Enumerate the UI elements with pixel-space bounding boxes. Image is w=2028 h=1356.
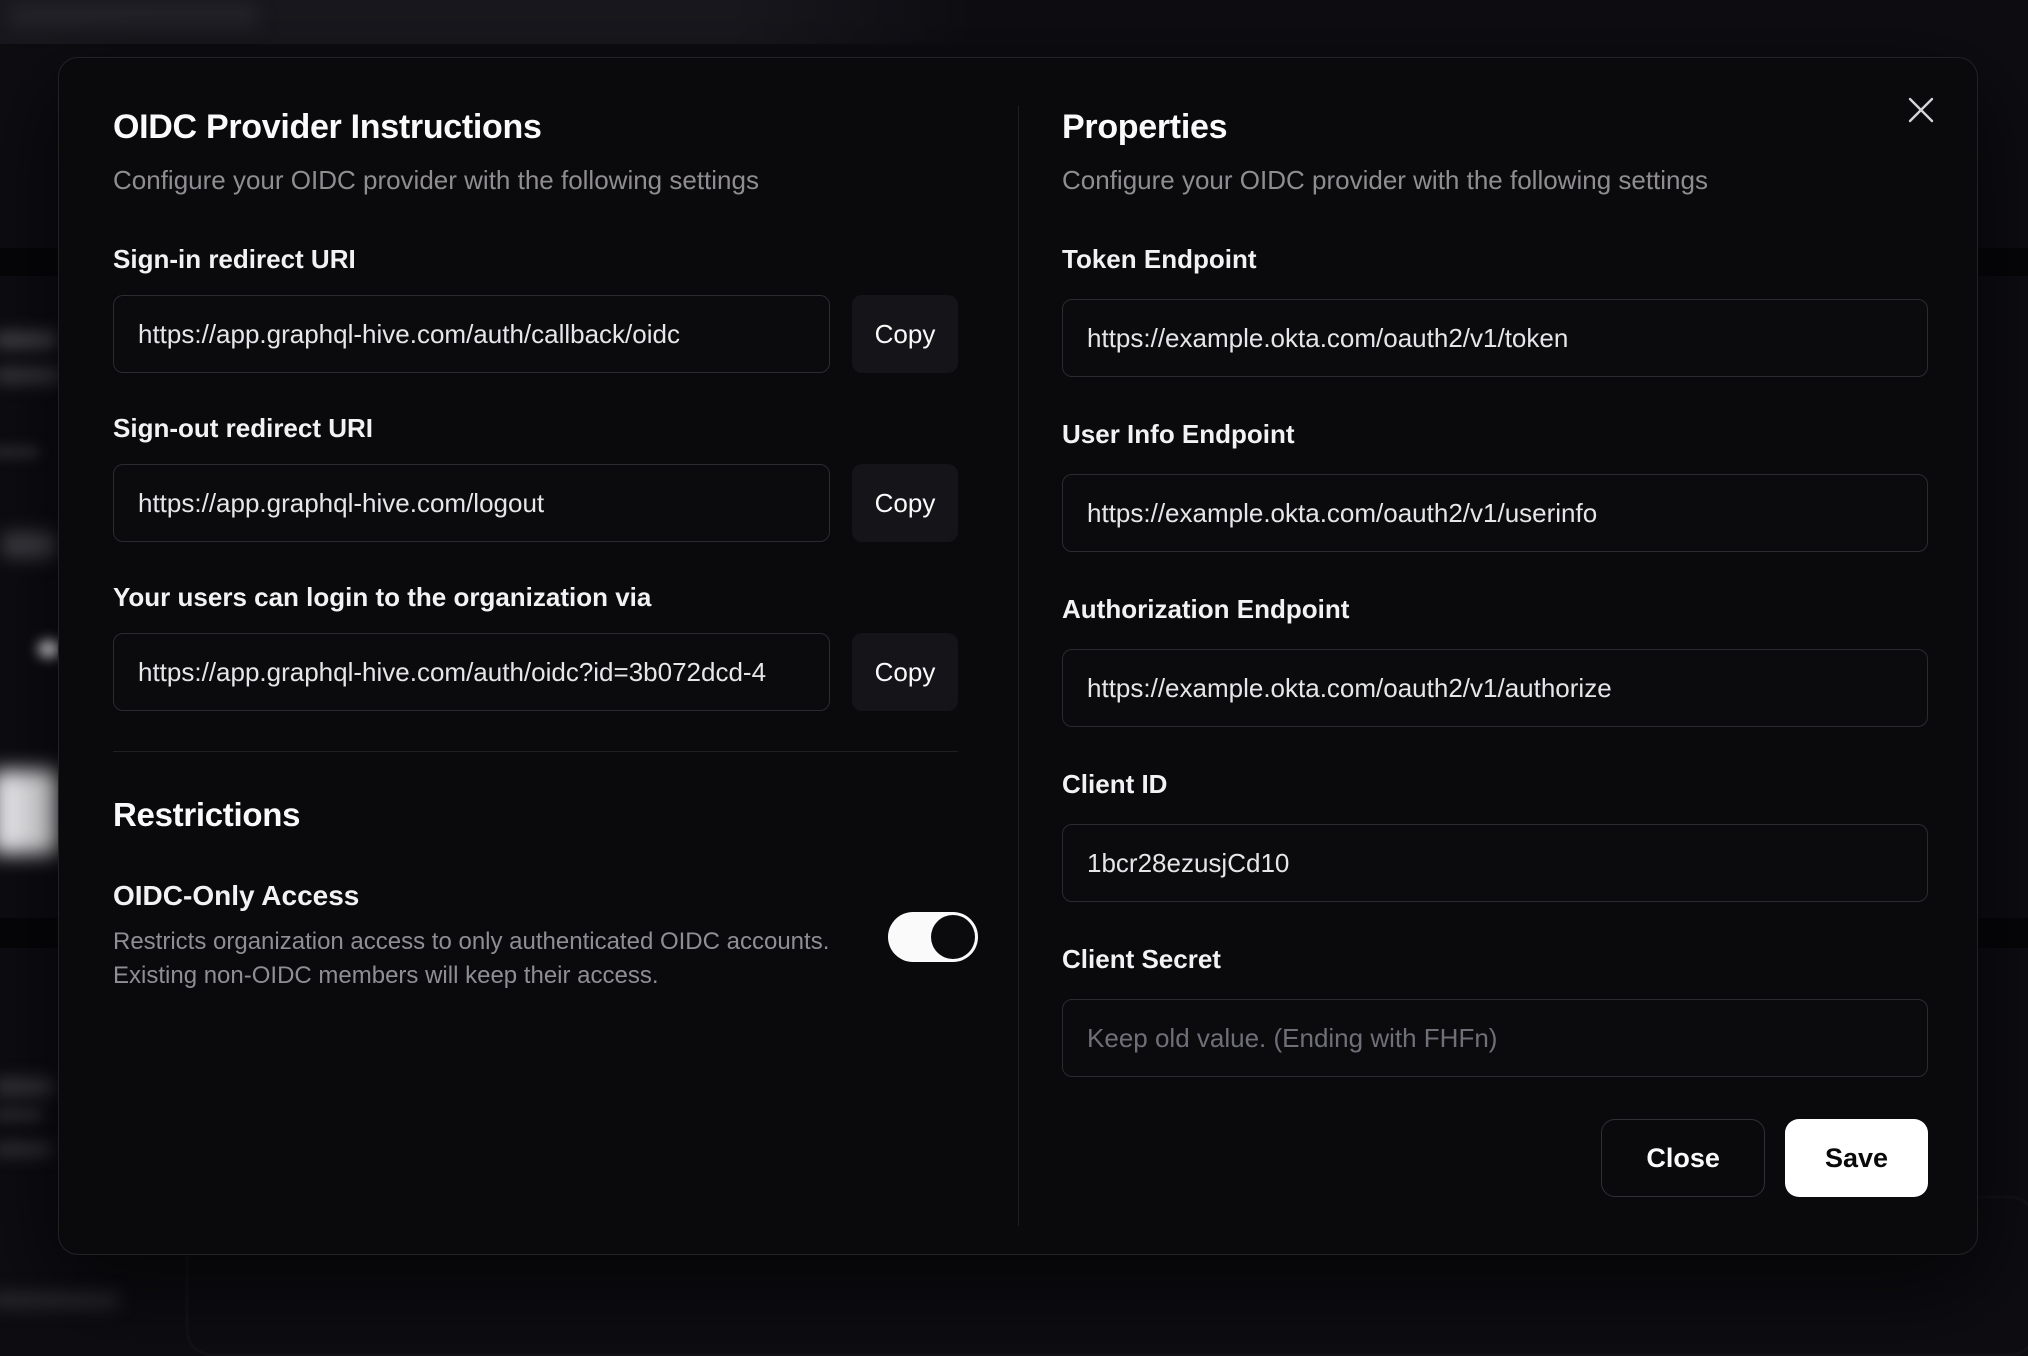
background-blur-fragment bbox=[0, 1078, 54, 1096]
background-blur-fragment bbox=[0, 1292, 120, 1308]
signin-redirect-input[interactable] bbox=[113, 295, 831, 373]
oidc-only-access-description: Restricts organization access to only au… bbox=[113, 928, 830, 989]
userinfo-endpoint-label: User Info Endpoint bbox=[1062, 419, 1295, 449]
signin-redirect-group: Sign-in redirect URI Copy bbox=[113, 244, 959, 373]
section-divider bbox=[113, 751, 959, 752]
copy-signout-button[interactable]: Copy bbox=[852, 464, 959, 542]
signin-redirect-label: Sign-in redirect URI bbox=[113, 244, 356, 274]
login-url-input[interactable] bbox=[113, 633, 831, 711]
oidc-only-access-toggle[interactable] bbox=[888, 911, 979, 962]
client-id-group: Client ID bbox=[1062, 769, 1928, 902]
authorization-endpoint-input[interactable] bbox=[1062, 649, 1928, 727]
background-blur-fragment bbox=[0, 770, 58, 854]
modal-footer: Close Save bbox=[1062, 1119, 1928, 1197]
oidc-only-access-label: OIDC-Only Access bbox=[113, 880, 360, 911]
login-url-group: Your users can login to the organization… bbox=[113, 582, 959, 711]
signout-redirect-label: Sign-out redirect URI bbox=[113, 413, 374, 443]
background-blur-fragment bbox=[0, 1108, 44, 1121]
page-background: { "colors": { "modal_background": "#0a0a… bbox=[0, 0, 2028, 1356]
properties-title: Properties bbox=[1062, 108, 1228, 146]
instructions-subtitle: Configure your OIDC provider with the fo… bbox=[113, 165, 759, 195]
token-endpoint-group: Token Endpoint bbox=[1062, 244, 1928, 377]
client-id-input[interactable] bbox=[1062, 824, 1928, 902]
copy-signin-button[interactable]: Copy bbox=[852, 295, 959, 373]
client-secret-label: Client Secret bbox=[1062, 944, 1221, 974]
oidc-only-access-info: OIDC-Only Access Restricts organization … bbox=[113, 880, 829, 993]
restrictions-title: Restrictions bbox=[113, 796, 301, 833]
authorization-endpoint-group: Authorization Endpoint bbox=[1062, 594, 1928, 727]
properties-subtitle: Configure your OIDC provider with the fo… bbox=[1062, 165, 1708, 195]
oidc-settings-modal: OIDC Provider Instructions Configure you… bbox=[58, 57, 1978, 1255]
background-blur-fragment bbox=[8, 2, 258, 28]
background-blur-fragment bbox=[2, 532, 56, 558]
signout-redirect-group: Sign-out redirect URI Copy bbox=[113, 413, 959, 542]
background-blur-fragment bbox=[0, 332, 58, 348]
background-blur-fragment bbox=[0, 447, 40, 457]
background-blur-fragment bbox=[0, 368, 62, 383]
properties-panel: Properties Configure your OIDC provider … bbox=[1018, 58, 1977, 1254]
client-secret-group: Client Secret bbox=[1062, 944, 1928, 1077]
oidc-only-access-row: OIDC-Only Access Restricts organization … bbox=[113, 880, 979, 993]
instructions-title: OIDC Provider Instructions bbox=[113, 108, 542, 146]
userinfo-endpoint-group: User Info Endpoint bbox=[1062, 419, 1928, 552]
toggle-knob bbox=[931, 914, 976, 959]
token-endpoint-input[interactable] bbox=[1062, 299, 1928, 377]
client-secret-input[interactable] bbox=[1062, 999, 1928, 1077]
save-button[interactable]: Save bbox=[1784, 1119, 1928, 1197]
authorization-endpoint-label: Authorization Endpoint bbox=[1062, 594, 1350, 624]
background-blur-fragment bbox=[0, 1144, 52, 1155]
userinfo-endpoint-input[interactable] bbox=[1062, 474, 1928, 552]
instructions-panel: OIDC Provider Instructions Configure you… bbox=[59, 58, 1018, 1254]
copy-login-url-button[interactable]: Copy bbox=[852, 633, 959, 711]
signout-redirect-input[interactable] bbox=[113, 464, 831, 542]
login-url-label: Your users can login to the organization… bbox=[113, 582, 652, 612]
client-id-label: Client ID bbox=[1062, 769, 1168, 799]
token-endpoint-label: Token Endpoint bbox=[1062, 244, 1257, 274]
close-button[interactable]: Close bbox=[1601, 1119, 1765, 1197]
background-blur-fragment bbox=[38, 640, 60, 658]
